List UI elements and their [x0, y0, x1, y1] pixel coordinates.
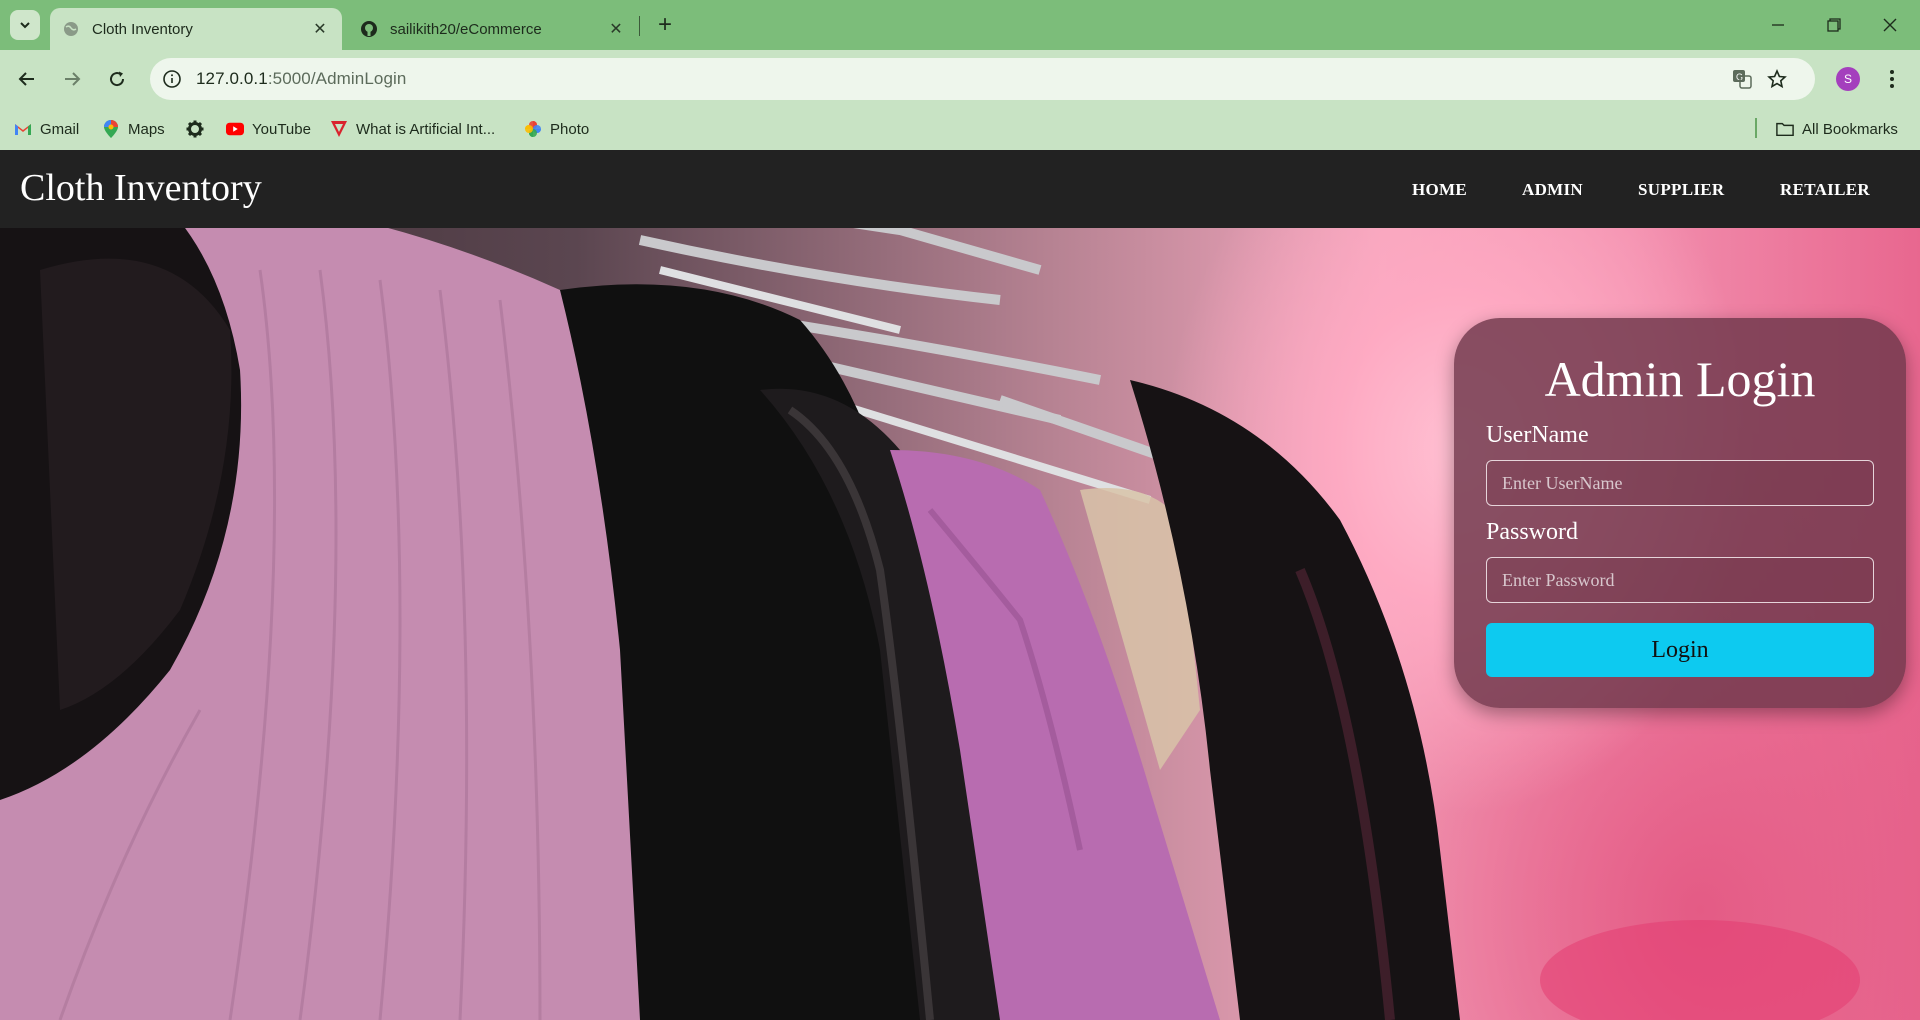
settings-icon	[186, 120, 204, 138]
tab-separator	[639, 16, 640, 36]
new-tab-button[interactable]: +	[650, 10, 680, 40]
tab-title: sailikith20/eCommerce	[390, 20, 542, 38]
bookmark-label: Gmail	[40, 120, 80, 138]
login-button[interactable]: Login	[1486, 623, 1874, 677]
site-navbar: Cloth Inventory HOME ADMIN SUPPLIER RETA…	[0, 150, 1920, 228]
admin-login-form: Admin Login UserName Password Login	[1454, 318, 1906, 708]
url-text: 127.0.0.1:5000/AdminLogin	[196, 69, 406, 89]
bookmark-article[interactable]: What is Artificial Int...	[330, 116, 495, 142]
username-label: UserName	[1486, 422, 1589, 448]
minimize-icon	[1772, 24, 1784, 26]
bookmarks-divider	[1755, 118, 1757, 138]
back-button[interactable]	[10, 62, 44, 96]
window-close-button[interactable]	[1862, 0, 1918, 50]
bookmark-label: YouTube	[252, 120, 311, 138]
restore-button[interactable]	[1806, 0, 1862, 50]
translate-icon[interactable]: G	[1730, 67, 1754, 91]
chevron-down-icon	[20, 22, 30, 29]
site-info-icon[interactable]	[160, 67, 184, 91]
username-input[interactable]	[1486, 460, 1874, 506]
close-icon	[1883, 18, 1897, 32]
address-bar[interactable]: 127.0.0.1:5000/AdminLogin G	[150, 58, 1815, 100]
nav-retailer[interactable]: RETAILER	[1780, 180, 1870, 200]
tab-title: Cloth Inventory	[92, 20, 193, 38]
forward-button[interactable]	[55, 62, 89, 96]
more-menu-icon[interactable]	[1880, 64, 1904, 94]
tab-github[interactable]: sailikith20/eCommerce ✕	[348, 8, 638, 50]
nav-supplier[interactable]: SUPPLIER	[1638, 180, 1724, 200]
bookmark-label: Maps	[128, 120, 165, 138]
password-label: Password	[1486, 519, 1579, 545]
nav-admin[interactable]: ADMIN	[1522, 180, 1583, 200]
all-bookmarks-label: All Bookmarks	[1802, 120, 1898, 138]
site-brand[interactable]: Cloth Inventory	[20, 166, 262, 210]
login-title: Admin Login	[1544, 351, 1816, 407]
password-input[interactable]	[1486, 557, 1874, 603]
gmail-icon	[14, 120, 32, 138]
github-icon	[360, 20, 378, 38]
url-host: 127.0.0.1	[196, 69, 268, 88]
bookmark-photo[interactable]: Photo	[524, 116, 589, 142]
triangle-logo-icon	[330, 120, 348, 138]
youtube-icon	[226, 120, 244, 138]
url-path: :5000/AdminLogin	[267, 69, 407, 88]
reload-button[interactable]	[100, 62, 134, 96]
bookmark-youtube[interactable]: YouTube	[226, 116, 311, 142]
tab-strip: Cloth Inventory ✕ sailikith20/eCommerce …	[0, 0, 1920, 50]
bookmark-gmail[interactable]: Gmail	[14, 116, 79, 142]
minimize-button[interactable]	[1750, 0, 1806, 50]
close-icon[interactable]: ✕	[606, 19, 626, 39]
nav-home[interactable]: HOME	[1412, 180, 1467, 200]
close-icon[interactable]: ✕	[310, 19, 330, 39]
bookmark-maps[interactable]: Maps	[102, 116, 165, 142]
browser-toolbar: 127.0.0.1:5000/AdminLogin G S	[0, 50, 1920, 108]
hero-background-image: Cloth Inventory HOME ADMIN SUPPLIER RETA…	[0, 150, 1920, 1020]
tab-search-button[interactable]	[10, 10, 40, 40]
arrow-right-icon	[65, 72, 81, 86]
tab-cloth-inventory[interactable]: Cloth Inventory ✕	[50, 8, 342, 50]
reload-icon	[110, 71, 125, 87]
bookmark-label: What is Artificial Int...	[356, 120, 496, 138]
bookmark-label: Photo	[550, 120, 590, 138]
bookmarks-bar: Gmail Maps YouTube What is Artificial In…	[0, 108, 1920, 150]
all-bookmarks-button[interactable]: All Bookmarks	[1776, 116, 1898, 142]
bookmark-settings[interactable]	[186, 116, 212, 142]
folder-icon	[1776, 120, 1794, 138]
arrow-left-icon	[18, 72, 34, 86]
profile-avatar[interactable]: S	[1836, 67, 1860, 91]
maps-icon	[102, 120, 120, 138]
restore-icon	[1827, 18, 1841, 32]
globe-icon	[62, 20, 80, 38]
photos-icon	[524, 120, 542, 138]
page-viewport: Cloth Inventory HOME ADMIN SUPPLIER RETA…	[0, 150, 1920, 1020]
star-icon[interactable]	[1765, 67, 1789, 91]
